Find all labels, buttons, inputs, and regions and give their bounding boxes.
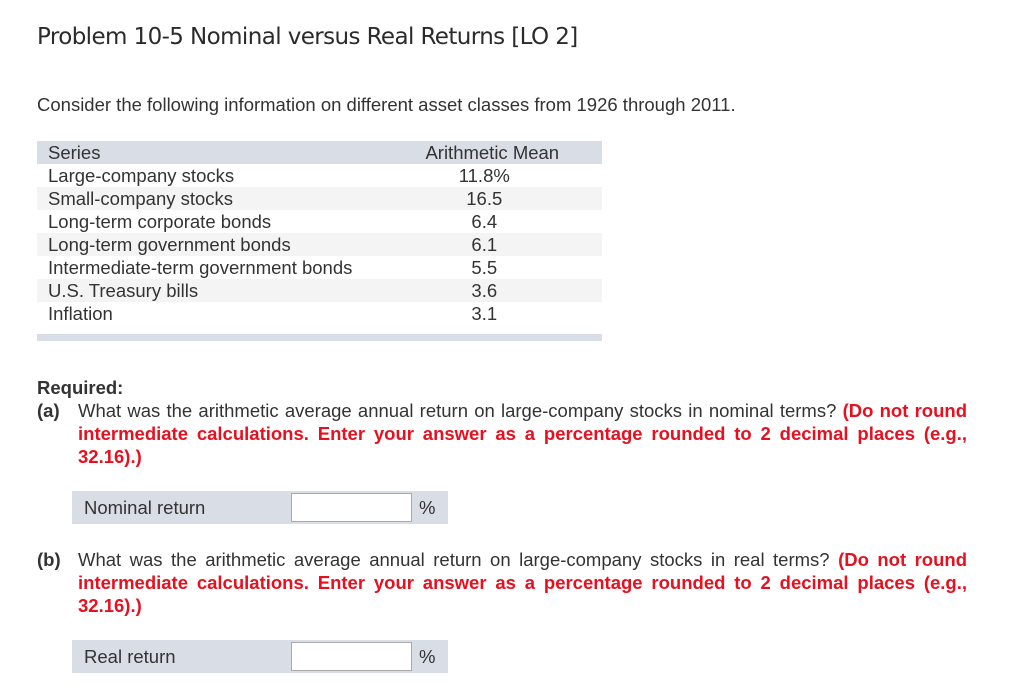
series-mean: 6.1 <box>410 233 602 256</box>
header-series: Series <box>37 141 411 164</box>
required-heading: Required: <box>37 377 124 398</box>
question-body: What was the arithmetic average annual r… <box>78 548 967 617</box>
nominal-return-row: Nominal return % <box>72 491 448 524</box>
header-arithmetic-mean: Arithmetic Mean <box>410 141 602 164</box>
percent-unit: % <box>419 496 436 518</box>
series-mean: 16.5 <box>410 187 602 210</box>
nominal-return-label: Nominal return <box>84 496 206 518</box>
question-text: What was the arithmetic average annual r… <box>78 400 837 421</box>
table-row: Large-company stocks 11.8% <box>37 164 602 187</box>
series-name: Inflation <box>48 303 113 324</box>
table-row: Long-term government bonds 6.1 <box>37 233 602 256</box>
table-row: U.S. Treasury bills 3.6 <box>37 279 602 302</box>
real-return-row: Real return % <box>72 640 448 673</box>
nominal-return-input[interactable] <box>291 493 412 522</box>
series-mean: 3.6 <box>410 279 602 302</box>
series-mean: 5.5 <box>471 257 498 278</box>
table-header-row: Series Arithmetic Mean <box>37 141 602 164</box>
series-name: Long-term government bonds <box>37 233 411 256</box>
table-row: Long-term corporate bonds 6.4 <box>37 210 602 233</box>
asset-returns-table: Series Arithmetic Mean Large-company sto… <box>37 141 602 325</box>
question-letter: (a) <box>37 400 60 421</box>
series-mean: 6.4 <box>471 211 498 232</box>
series-name: Small-company stocks <box>37 187 411 210</box>
question-text: What was the arithmetic average annual r… <box>78 549 830 570</box>
intro-text: Consider the following information on di… <box>37 94 736 115</box>
real-return-input[interactable] <box>291 642 412 671</box>
series-mean: 3.1 <box>471 303 498 324</box>
question-b: (b) What was the arithmetic average annu… <box>37 548 967 617</box>
question-letter: (b) <box>37 549 61 570</box>
table-footer-bar <box>37 334 602 341</box>
table-row: Intermediate-term government bonds 5.5 <box>37 256 602 279</box>
series-name: U.S. Treasury bills <box>37 279 411 302</box>
table-row: Inflation 3.1 <box>37 302 602 325</box>
series-name: Long-term corporate bonds <box>48 211 272 232</box>
series-name: Intermediate-term government bonds <box>48 257 353 278</box>
real-return-label: Real return <box>84 645 176 667</box>
percent-unit: % <box>419 645 436 667</box>
question-a: (a) What was the arithmetic average annu… <box>37 399 967 468</box>
series-name: Large-company stocks <box>48 165 235 186</box>
question-body: What was the arithmetic average annual r… <box>78 399 967 468</box>
table-row: Small-company stocks 16.5 <box>37 187 602 210</box>
problem-title: Problem 10-5 Nominal versus Real Returns… <box>37 24 578 50</box>
series-mean: 11.8% <box>458 165 510 186</box>
